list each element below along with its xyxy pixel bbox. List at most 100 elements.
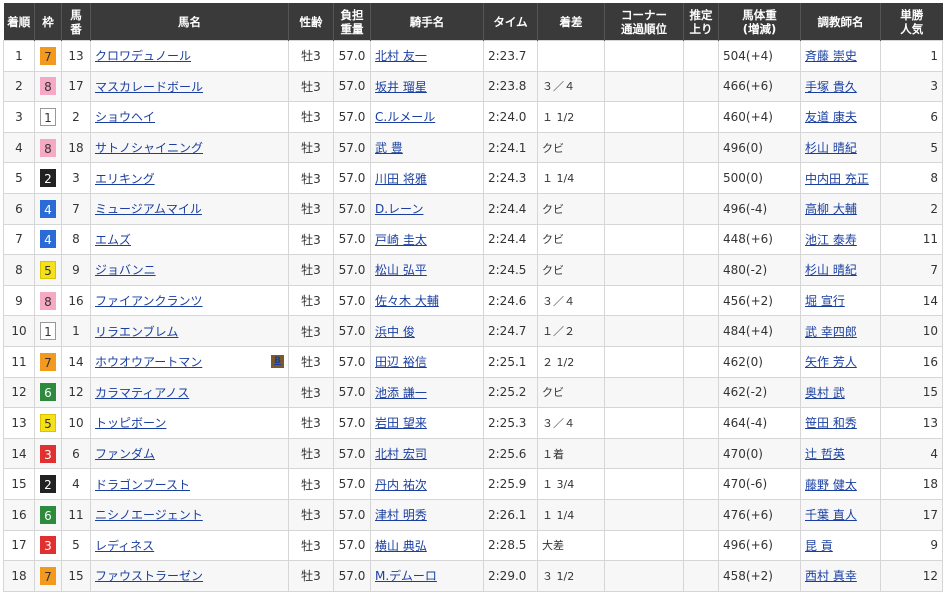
trainer-link[interactable]: 手塚 貴久	[805, 80, 857, 94]
body-weight: 484	[723, 324, 746, 339]
body-weight-cell: 462(0)	[718, 345, 801, 378]
carried-weight: 57.0	[333, 162, 371, 194]
jockey-link[interactable]: 北村 友一	[375, 49, 427, 63]
body-weight: 458	[723, 568, 746, 583]
jockey-cell: 川田 将雅	[370, 162, 484, 194]
trainer-link[interactable]: 矢作 芳人	[805, 355, 857, 369]
finish-margin: ３／４	[537, 407, 605, 439]
win-popularity: 11	[880, 223, 943, 256]
header-body-weight: 馬体重 (増減)	[718, 3, 801, 41]
trainer-cell: 高柳 大輔	[800, 192, 881, 225]
corner-order	[604, 162, 684, 194]
last-3f	[683, 70, 719, 103]
table-row: 7 4 8 エムズ 牡3 57.0 戸崎 圭太 2:24.4 クビ 448(+6) 池江 泰寿 11	[3, 223, 943, 256]
horse-name-link[interactable]: エリキング	[95, 172, 155, 186]
jockey-cell: 横山 典弘	[370, 529, 484, 562]
jockey-link[interactable]: 武 豊	[375, 141, 403, 155]
body-weight-diff: (+6)	[745, 232, 773, 247]
horse-name-link[interactable]: リラエンブレム	[95, 325, 178, 339]
waku-cell: 6	[34, 376, 62, 409]
finish-margin: クビ	[537, 254, 605, 286]
horse-name-link[interactable]: クロワデュノール	[95, 49, 191, 63]
win-popularity: 18	[880, 468, 943, 500]
table-row: 9 8 16 ファイアンクランツ 牡3 57.0 佐々木 大輔 2:24.6 ３／４ 456(+2…	[3, 284, 943, 317]
win-popularity: 9	[880, 529, 943, 562]
jockey-cell: 戸崎 圭太	[370, 223, 484, 256]
horse-name-link[interactable]: ファンダム	[95, 447, 155, 461]
finish-time: 2:25.6	[483, 437, 538, 470]
jockey-link[interactable]: C.ルメール	[375, 110, 435, 124]
trainer-link[interactable]: 笹田 和秀	[805, 416, 857, 430]
horse-name-link[interactable]: トッピボーン	[95, 416, 166, 430]
horse-cell: ジョバンニ	[90, 254, 289, 286]
sex-age: 牡3	[288, 345, 334, 378]
jockey-link[interactable]: 田辺 裕信	[375, 355, 427, 369]
jockey-link[interactable]: 丹内 祐次	[375, 478, 427, 492]
trainer-link[interactable]: 奥村 武	[805, 386, 845, 400]
jockey-link[interactable]: 池添 謙一	[375, 386, 427, 400]
finish-margin: 大差	[537, 529, 605, 562]
finish-position: 9	[3, 284, 35, 317]
jockey-link[interactable]: 北村 宏司	[375, 447, 427, 461]
jockey-link[interactable]: 浜中 俊	[375, 325, 415, 339]
jockey-link[interactable]: 岩田 望来	[375, 416, 427, 430]
table-row: 8 5 9 ジョバンニ 牡3 57.0 松山 弘平 2:24.5 クビ 480(-2) 杉山 晴紀 7	[3, 254, 943, 286]
sex-age: 牡3	[288, 131, 334, 164]
trainer-link[interactable]: 藤野 健太	[805, 478, 857, 492]
jockey-link[interactable]: 坂井 瑠星	[375, 80, 427, 94]
trainer-link[interactable]: 池江 泰寿	[805, 233, 857, 247]
horse-name-link[interactable]: ドラゴンブースト	[95, 478, 190, 492]
trainer-cell: 矢作 芳人	[800, 345, 881, 378]
jockey-link[interactable]: 津村 明秀	[375, 508, 427, 522]
corner-order	[604, 560, 684, 592]
horse-name-link[interactable]: ニシノエージェント	[95, 508, 203, 522]
jockey-link[interactable]: M.デムーロ	[375, 569, 437, 583]
waku-cell: 2	[34, 162, 62, 194]
horse-name-link[interactable]: ジョバンニ	[95, 263, 156, 277]
horse-name-link[interactable]: ホウオウアートマン	[95, 355, 202, 369]
jockey-link[interactable]: 佐々木 大輔	[375, 294, 439, 308]
jockey-link[interactable]: 横山 典弘	[375, 539, 427, 553]
horse-name-link[interactable]: ミュージアムマイル	[95, 202, 202, 216]
carried-weight: 57.0	[333, 437, 371, 470]
waku-cell: 5	[34, 254, 62, 286]
trainer-link[interactable]: 堀 宣行	[805, 294, 845, 308]
table-row: 5 2 3 エリキング 牡3 57.0 川田 将雅 2:24.3 １ 1/4 500(0) 中内田 …	[3, 162, 943, 194]
jockey-cell: D.レーン	[370, 192, 484, 225]
finish-position: 7	[3, 223, 35, 256]
trainer-link[interactable]: 昆 貢	[805, 539, 833, 553]
jockey-link[interactable]: 松山 弘平	[375, 263, 427, 277]
horse-name-link[interactable]: カラマティアノス	[95, 386, 189, 400]
horse-name-link[interactable]: ファウストラーゼン	[95, 569, 203, 583]
horse-name-link[interactable]: レディネス	[95, 539, 154, 553]
horse-name-link[interactable]: ファイアンクランツ	[95, 294, 203, 308]
horse-name-link[interactable]: サトノシャイニング	[95, 141, 203, 155]
body-weight: 500	[723, 171, 746, 186]
header-last3f: 推定 上り	[683, 3, 719, 41]
waku-badge: 5	[40, 260, 56, 279]
trainer-link[interactable]: 辻 哲英	[805, 447, 845, 461]
trainer-link[interactable]: 中内田 充正	[805, 172, 869, 186]
trainer-link[interactable]: 武 幸四郎	[805, 325, 857, 339]
body-weight-cell: 496(0)	[718, 131, 801, 164]
trainer-link[interactable]: 高柳 大輔	[805, 202, 857, 216]
finish-position: 6	[3, 192, 35, 225]
trainer-link[interactable]: 西村 真幸	[805, 569, 857, 583]
trainer-link[interactable]: 斉藤 崇史	[805, 49, 857, 63]
trainer-link[interactable]: 杉山 晴紀	[805, 141, 857, 155]
waku-badge: 6	[40, 505, 56, 524]
jockey-link[interactable]: 戸崎 圭太	[375, 233, 427, 247]
horse-name-link[interactable]: ショウヘイ	[95, 110, 155, 124]
body-weight: 480	[723, 262, 746, 277]
finish-margin: １ 1/2	[537, 101, 605, 133]
finish-position: 1	[3, 40, 35, 72]
trainer-link[interactable]: 友道 康夫	[805, 110, 857, 124]
trainer-link[interactable]: 杉山 晴紀	[805, 263, 857, 277]
trainer-link[interactable]: 千葉 直人	[805, 508, 857, 522]
jockey-link[interactable]: 川田 将雅	[375, 172, 427, 186]
horse-name-link[interactable]: エムズ	[95, 233, 131, 247]
win-popularity: 1	[880, 40, 943, 72]
jockey-link[interactable]: D.レーン	[375, 202, 423, 216]
corner-order	[604, 192, 684, 225]
horse-name-link[interactable]: マスカレードボール	[95, 80, 203, 94]
